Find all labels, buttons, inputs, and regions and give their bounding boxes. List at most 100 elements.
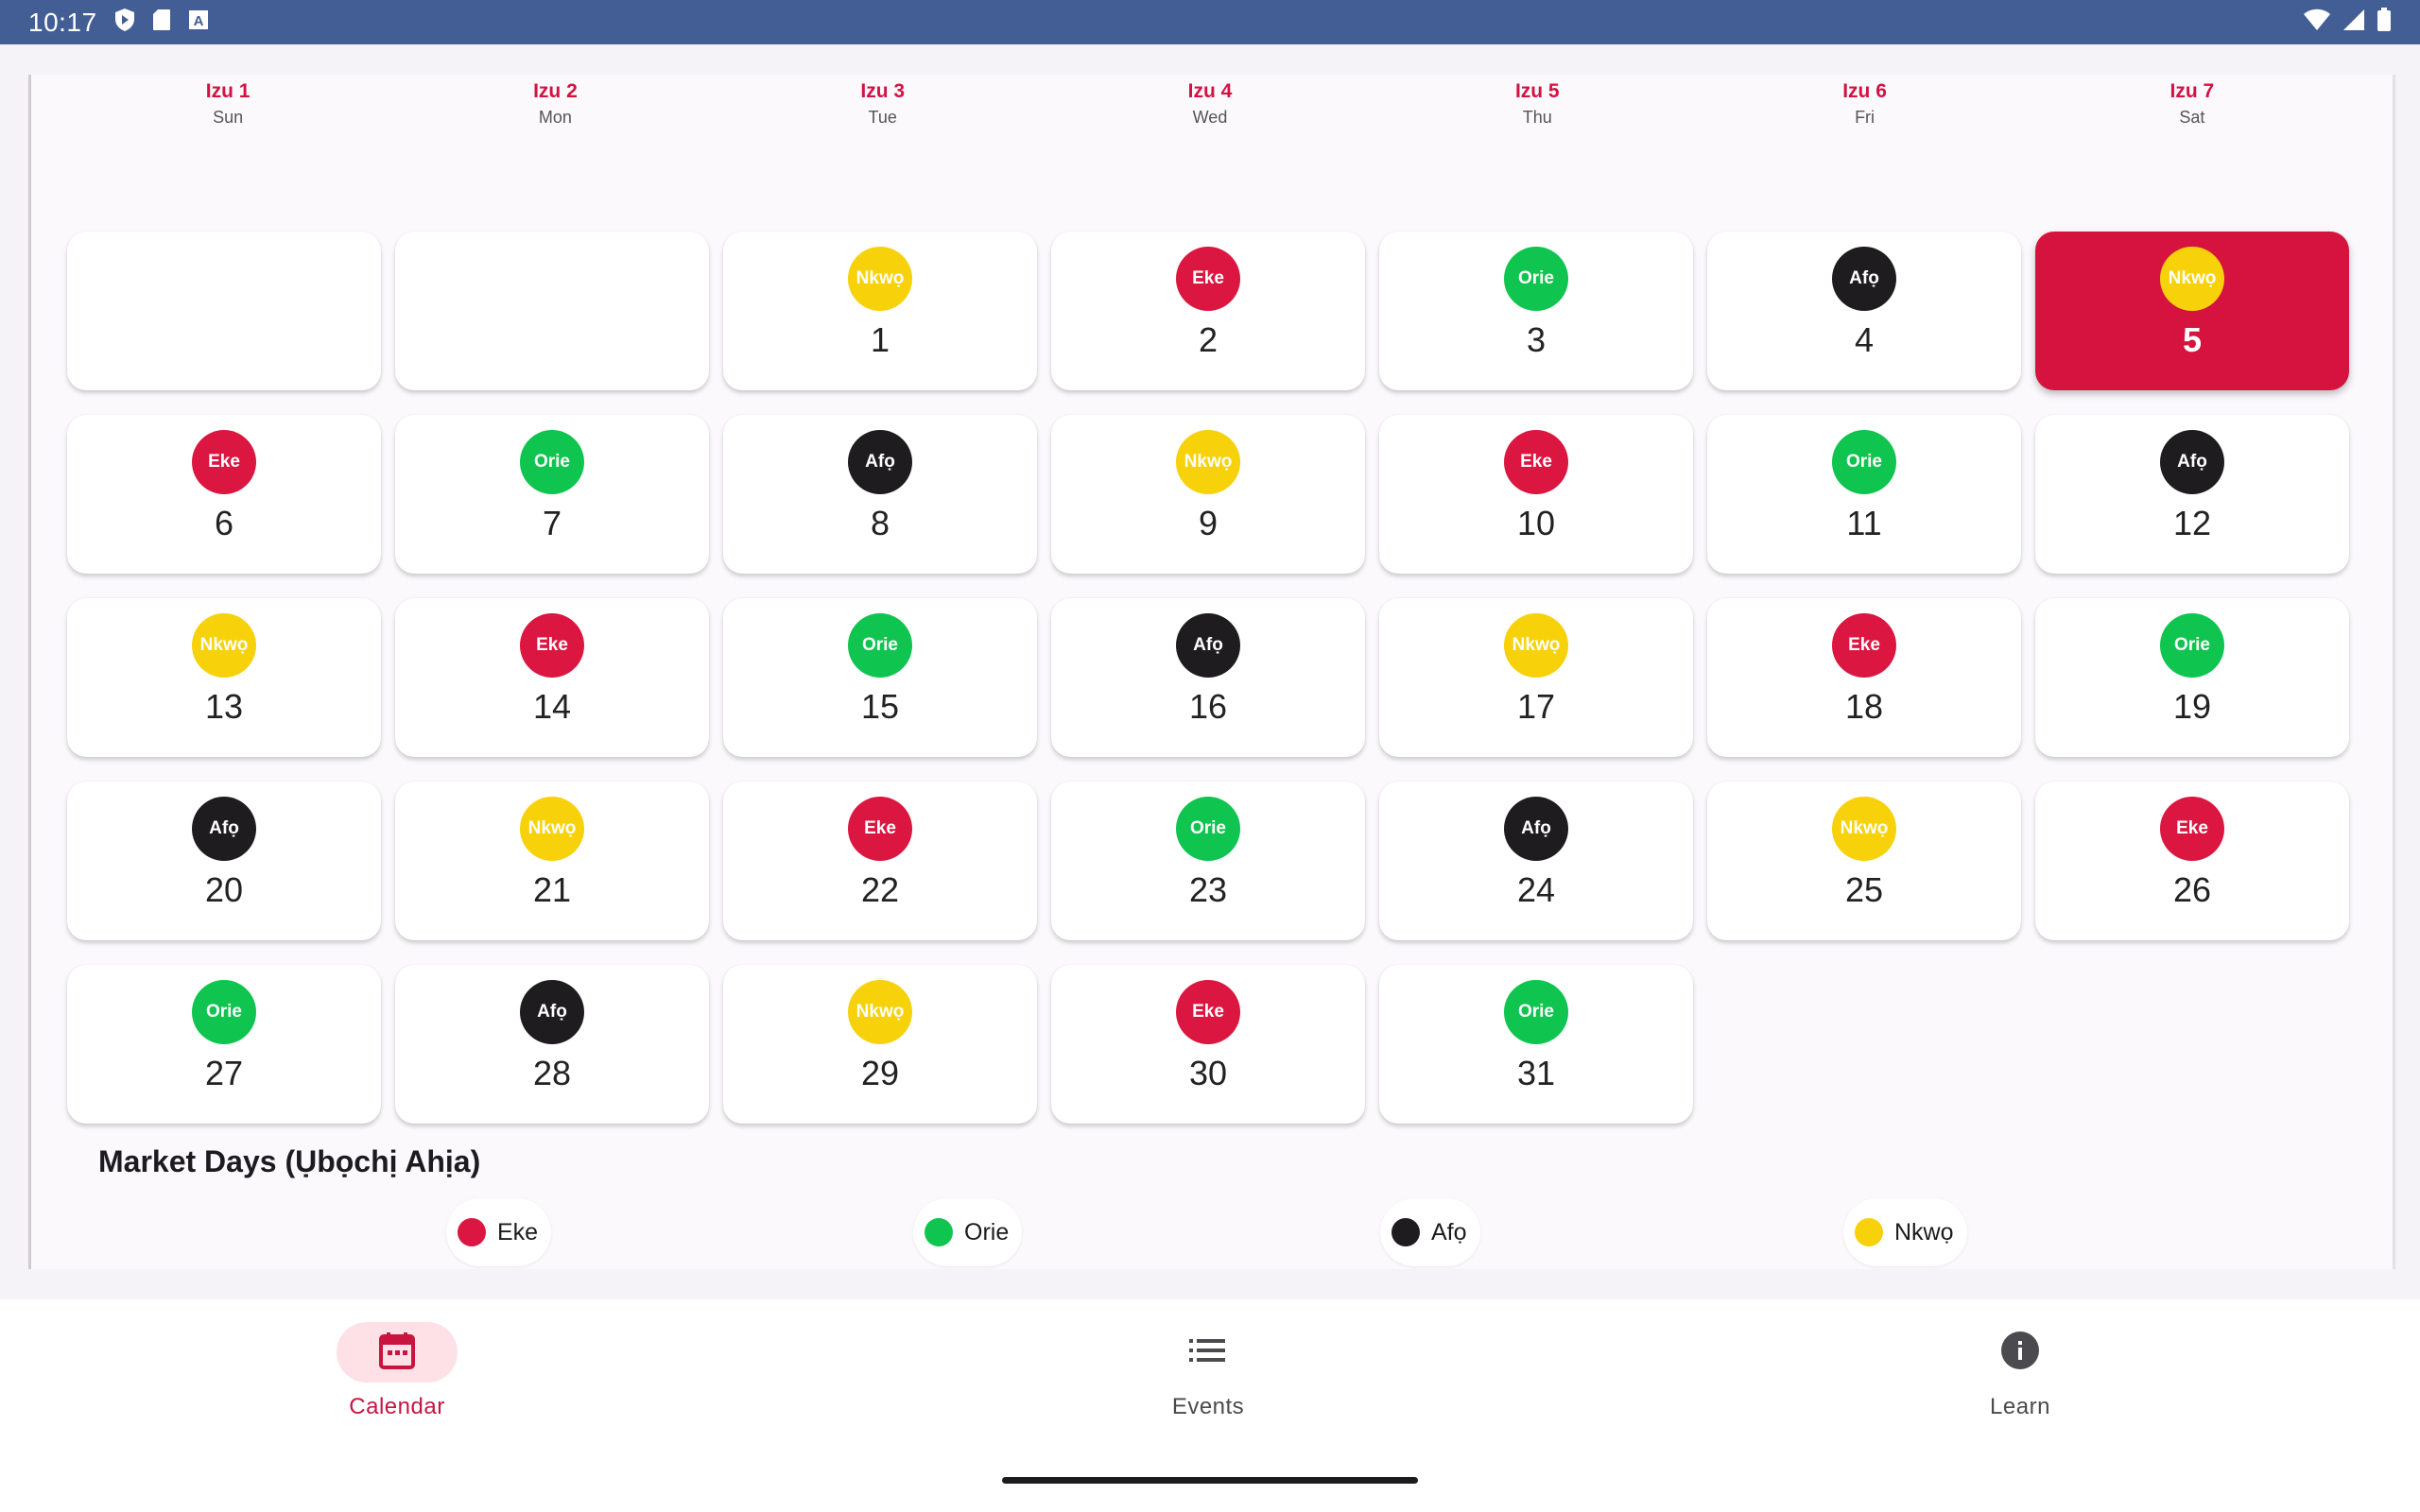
- market-day-badge: Eke: [1832, 613, 1896, 678]
- day-number: 9: [1198, 504, 1219, 542]
- weekday-label: Tue: [868, 108, 897, 127]
- day-cell-10[interactable]: Eke 10: [1379, 415, 1693, 574]
- market-day-badge: Orie: [2160, 613, 2224, 678]
- week-header-col: Izu 5 Thu: [1374, 78, 1701, 154]
- day-cell-20[interactable]: Afọ 20: [67, 782, 381, 940]
- day-cell-31[interactable]: Orie 31: [1379, 965, 1693, 1124]
- market-day-badge: Eke: [1504, 430, 1568, 494]
- day-cell-29[interactable]: Nkwọ 29: [723, 965, 1037, 1124]
- day-cell-9[interactable]: Nkwọ 9: [1051, 415, 1365, 574]
- day-number: 6: [214, 504, 234, 542]
- nav-events-indicator[interactable]: [1148, 1322, 1269, 1383]
- day-cell-12[interactable]: Afọ 12: [2035, 415, 2349, 574]
- izu-label: Izu 1: [205, 80, 251, 102]
- day-cell-14[interactable]: Eke 14: [395, 598, 709, 757]
- nav-events-label[interactable]: Events: [1172, 1394, 1244, 1420]
- day-cell-11[interactable]: Orie 11: [1707, 415, 2021, 574]
- weekday-label: Fri: [1855, 108, 1876, 127]
- market-day-badge: Orie: [848, 613, 912, 678]
- day-cell-25[interactable]: Nkwọ 25: [1707, 782, 2021, 940]
- day-number: 14: [532, 687, 572, 726]
- day-cell-23[interactable]: Orie 23: [1051, 782, 1365, 940]
- calendar-screen: Izu 1 Sun Izu 2 Mon Izu 3 Tue Izu 4 Wed …: [0, 44, 2420, 1273]
- izu-label: Izu 2: [533, 80, 578, 102]
- orie-color-dot: [925, 1218, 953, 1246]
- market-day-badge: Orie: [1504, 247, 1568, 311]
- afo-color-dot: [1392, 1218, 1420, 1246]
- day-number: 20: [204, 870, 244, 909]
- market-day-badge: Eke: [2160, 797, 2224, 861]
- nav-calendar-label[interactable]: Calendar: [349, 1394, 444, 1420]
- nav-learn-label[interactable]: Learn: [1990, 1394, 2050, 1420]
- day-cell-27[interactable]: Orie 27: [67, 965, 381, 1124]
- week-header-col: Izu 6 Fri: [1701, 78, 2028, 154]
- day-cell-21[interactable]: Nkwọ 21: [395, 782, 709, 940]
- izu-label: Izu 7: [2169, 80, 2215, 102]
- nav-calendar-indicator[interactable]: [337, 1322, 458, 1383]
- market-day-badge: Nkwọ: [1176, 430, 1240, 494]
- day-cell-30[interactable]: Eke 30: [1051, 965, 1365, 1124]
- legend-label: Afọ: [1431, 1218, 1467, 1246]
- battery-icon: [2377, 8, 2392, 37]
- day-number: 19: [2172, 687, 2212, 726]
- market-day-badge: Afọ: [2160, 430, 2224, 494]
- day-cell-7[interactable]: Orie 7: [395, 415, 709, 574]
- izu-label: Izu 3: [860, 80, 906, 102]
- legend-title: Market Days (Ụbọchị Ahịa): [98, 1144, 481, 1178]
- nav-learn[interactable]: Learn: [1897, 1322, 2143, 1426]
- day-cell-17[interactable]: Nkwọ 17: [1379, 598, 1693, 757]
- market-day-badge: Nkwọ: [2160, 247, 2224, 311]
- nav-events[interactable]: Events: [1085, 1322, 1331, 1426]
- day-cell-22[interactable]: Eke 22: [723, 782, 1037, 940]
- market-day-badge: Orie: [1832, 430, 1896, 494]
- legend-item-eke: Eke: [446, 1198, 552, 1266]
- day-number: 16: [1188, 687, 1228, 726]
- day-cell-6[interactable]: Eke 6: [67, 415, 381, 574]
- status-time: 10:17: [28, 7, 97, 37]
- day-number: 23: [1188, 870, 1228, 909]
- day-number: 4: [1854, 320, 1875, 359]
- day-number: 21: [532, 870, 572, 909]
- list-icon: [1189, 1337, 1227, 1368]
- calendar-icon: [379, 1332, 415, 1374]
- market-day-badge: Nkwọ: [848, 980, 912, 1044]
- day-number: 5: [2182, 320, 2203, 359]
- weekday-label: Thu: [1522, 108, 1552, 127]
- status-bar: 10:17 A: [0, 0, 2420, 44]
- day-number: 15: [860, 687, 900, 726]
- day-cell-24[interactable]: Afọ 24: [1379, 782, 1693, 940]
- day-number: 24: [1516, 870, 1556, 909]
- week-header-col: Izu 2 Mon: [391, 78, 718, 154]
- day-cell-4[interactable]: Afọ 4: [1707, 232, 2021, 390]
- day-cell-1[interactable]: Nkwọ 1: [723, 232, 1037, 390]
- day-cell-26[interactable]: Eke 26: [2035, 782, 2349, 940]
- market-day-badge: Afọ: [1176, 613, 1240, 678]
- day-cell-2[interactable]: Eke 2: [1051, 232, 1365, 390]
- nav-calendar[interactable]: Calendar: [274, 1322, 520, 1426]
- gesture-home-bar[interactable]: [1002, 1477, 1418, 1484]
- market-day-badge: Afọ: [1832, 247, 1896, 311]
- day-number: 22: [860, 870, 900, 909]
- day-number: 29: [860, 1054, 900, 1092]
- day-cell-8[interactable]: Afọ 8: [723, 415, 1037, 574]
- day-cell-28[interactable]: Afọ 28: [395, 965, 709, 1124]
- empty-day-cell: [395, 232, 709, 390]
- day-cell-13[interactable]: Nkwọ 13: [67, 598, 381, 757]
- market-day-badge: Eke: [520, 613, 584, 678]
- day-number: 28: [532, 1054, 572, 1092]
- day-cell-19[interactable]: Orie 19: [2035, 598, 2349, 757]
- legend-item-afo: Afọ: [1380, 1198, 1480, 1266]
- day-number: 3: [1526, 320, 1547, 359]
- day-number: 1: [870, 320, 890, 359]
- day-cell-5[interactable]: Nkwọ 5: [2035, 232, 2349, 390]
- izu-label: Izu 6: [1842, 80, 1887, 102]
- eke-color-dot: [458, 1218, 486, 1246]
- market-day-badge: Nkwọ: [1504, 613, 1568, 678]
- nav-learn-indicator[interactable]: [1960, 1322, 2081, 1383]
- day-cell-16[interactable]: Afọ 16: [1051, 598, 1365, 757]
- market-day-badge: Afọ: [520, 980, 584, 1044]
- day-cell-18[interactable]: Eke 18: [1707, 598, 2021, 757]
- day-cell-15[interactable]: Orie 15: [723, 598, 1037, 757]
- day-number: 13: [204, 687, 244, 726]
- day-cell-3[interactable]: Orie 3: [1379, 232, 1693, 390]
